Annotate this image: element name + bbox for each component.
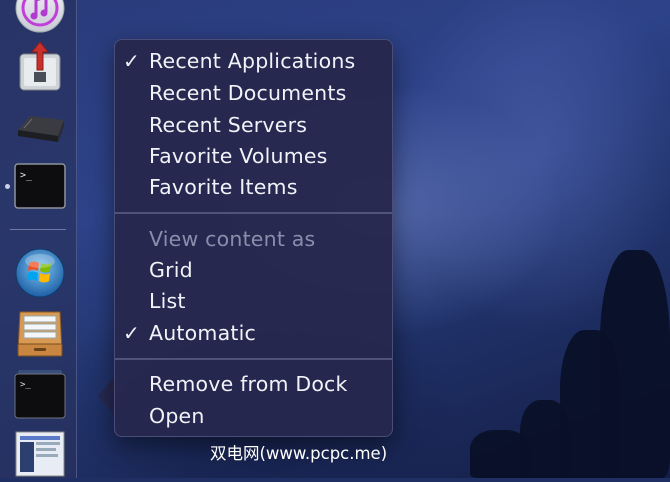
ps3-console-icon[interactable]: [14, 100, 66, 152]
dock-separator: [10, 229, 66, 230]
windows-orb-icon[interactable]: [14, 247, 66, 299]
menu-item-label: Favorite Volumes: [149, 144, 328, 168]
menu-separator: [115, 358, 392, 360]
dock: >_ >_: [0, 0, 77, 478]
menu-item-label: Favorite Items: [149, 175, 298, 199]
menu-item-favorite-items[interactable]: Favorite Items: [115, 172, 392, 202]
menu-item-label: Remove from Dock: [149, 372, 348, 396]
menu-item-remove-from-dock[interactable]: Remove from Dock: [115, 369, 392, 399]
menu-item-open[interactable]: Open: [115, 401, 392, 431]
menu-header-view-content-as: View content as: [115, 224, 392, 254]
dock-context-menu: ✓ Recent Applications Recent Documents R…: [114, 39, 393, 437]
menu-item-grid[interactable]: Grid: [115, 255, 392, 285]
running-indicator: [5, 184, 10, 189]
menu-item-recent-documents[interactable]: Recent Documents: [115, 78, 392, 108]
archive-utility-icon[interactable]: [14, 40, 66, 92]
drawer-folder-icon[interactable]: [14, 306, 66, 358]
menu-item-list[interactable]: List: [115, 286, 392, 316]
screenshot-thumbnail-icon[interactable]: [14, 430, 66, 482]
menu-item-label: Grid: [149, 258, 193, 282]
menu-item-recent-applications[interactable]: ✓ Recent Applications: [115, 46, 392, 76]
terminal-stack-icon[interactable]: >_: [14, 368, 66, 420]
checkmark-icon: ✓: [123, 49, 140, 73]
itunes-icon[interactable]: [14, 0, 66, 34]
menu-item-recent-servers[interactable]: Recent Servers: [115, 110, 392, 140]
menu-pointer-arrow: [98, 376, 115, 416]
watermark-text: 双电网(www.pcpc.me): [210, 444, 388, 463]
checkmark-icon: ✓: [123, 321, 140, 345]
terminal-icon[interactable]: >_: [14, 162, 66, 214]
menu-item-automatic[interactable]: ✓ Automatic: [115, 318, 392, 348]
menu-item-label: Recent Applications: [149, 49, 356, 73]
menu-item-label: Automatic: [149, 321, 256, 345]
menu-item-label: Recent Documents: [149, 81, 347, 105]
menu-header-label: View content as: [149, 227, 316, 251]
svg-text:>_: >_: [20, 170, 33, 181]
menu-item-label: Recent Servers: [149, 113, 308, 137]
menu-item-label: List: [149, 289, 186, 313]
svg-text:>_: >_: [20, 380, 31, 390]
menu-item-favorite-volumes[interactable]: Favorite Volumes: [115, 141, 392, 171]
menu-item-label: Open: [149, 404, 205, 428]
menu-separator: [115, 212, 392, 214]
tree-silhouette: [470, 430, 530, 478]
